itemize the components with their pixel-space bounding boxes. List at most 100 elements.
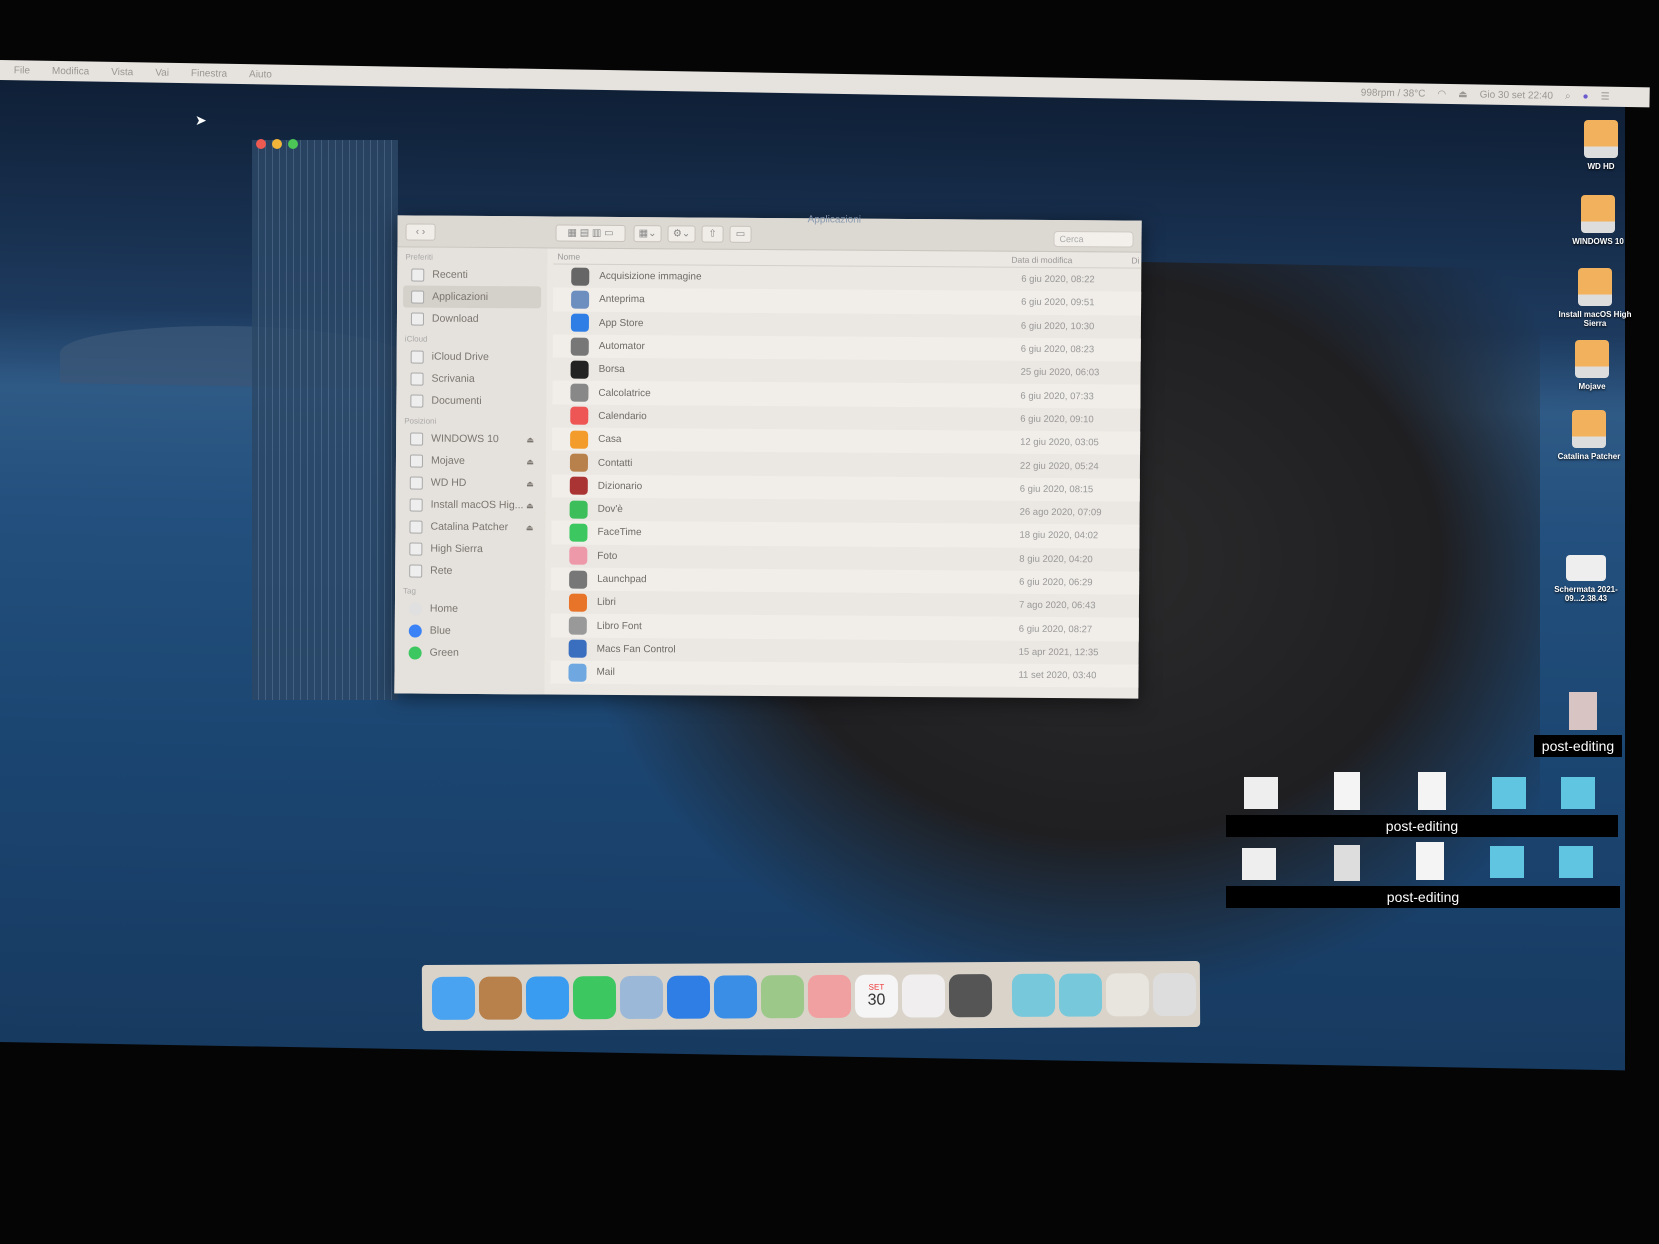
eject-icon[interactable]: ⏏ xyxy=(526,523,534,532)
app-name: Contatti xyxy=(597,457,633,469)
dock-contacts-icon[interactable] xyxy=(478,976,523,1020)
action-gear-button[interactable]: ⚙⌄ xyxy=(667,225,696,243)
group-button[interactable]: ▦⌄ xyxy=(633,225,662,243)
document-file-icon[interactable] xyxy=(1416,842,1444,880)
dock-messages-icon[interactable] xyxy=(525,975,570,1019)
pdf-file-icon[interactable] xyxy=(1242,848,1276,880)
dock-applications-folder-icon[interactable] xyxy=(1011,973,1056,1017)
sidebar-item-home[interactable]: Home xyxy=(395,597,545,620)
dock-music-icon[interactable] xyxy=(901,973,946,1018)
folder-icon[interactable] xyxy=(1561,777,1595,809)
sidebar-item-blue[interactable]: Blue xyxy=(395,619,545,642)
search-input[interactable]: Cerca xyxy=(1053,230,1134,248)
sidebar-item-mojave[interactable]: Mojave ⏏ xyxy=(396,449,546,472)
dock-document-icon[interactable] xyxy=(1105,972,1150,1016)
document-file-icon[interactable] xyxy=(1334,772,1360,810)
dock-safari-icon[interactable] xyxy=(713,974,758,1019)
sidebar-item-recenti[interactable]: Recenti xyxy=(397,263,547,286)
app-icon xyxy=(568,593,588,612)
spotlight-icon[interactable]: ⌕ xyxy=(1565,90,1571,101)
app-icon xyxy=(570,313,589,332)
sidebar-item-label: Catalina Patcher xyxy=(430,520,509,534)
wifi-icon[interactable]: ◠ xyxy=(1437,88,1446,99)
sidebar-item-label: iCloud Drive xyxy=(431,350,489,364)
modified-date: 12 giu 2020, 03:05 xyxy=(1020,436,1099,449)
folder-icon[interactable] xyxy=(1492,777,1526,809)
app-name: Mail xyxy=(596,666,615,679)
menu-aiuto[interactable]: Aiuto xyxy=(249,69,272,80)
modified-date: 25 giu 2020, 06:03 xyxy=(1020,367,1100,379)
sidebar-item-icloud-drive[interactable]: iCloud Drive xyxy=(397,345,547,368)
notification-center-icon[interactable]: ☰ xyxy=(1601,91,1610,102)
menu-finestra[interactable]: Finestra xyxy=(191,68,227,80)
sidebar-item-windows-10[interactable]: WINDOWS 10 ⏏ xyxy=(396,427,546,450)
folder-icon[interactable] xyxy=(1490,846,1524,878)
dock-mail-icon[interactable] xyxy=(619,975,664,1019)
column-date[interactable]: Data di modifica xyxy=(1011,254,1131,265)
column-name[interactable]: Nome xyxy=(553,251,1011,264)
app-icon xyxy=(569,476,588,496)
eject-icon[interactable]: ⏏ xyxy=(527,435,535,444)
siri-icon[interactable]: ● xyxy=(1583,91,1589,102)
document-file-icon[interactable] xyxy=(1569,692,1597,730)
dock-maps-icon[interactable] xyxy=(760,974,805,1018)
dock-app-store-icon[interactable] xyxy=(666,975,711,1019)
redaction-bar: post-editing xyxy=(1534,735,1622,757)
close-button-ghost xyxy=(256,139,266,149)
sidebar-item-download[interactable]: Download xyxy=(397,307,547,330)
dock-calendar-icon[interactable]: SET 30 xyxy=(854,974,899,1018)
sidebar-item-install-macos-hig-[interactable]: Install macOS Hig... ⏏ xyxy=(396,493,546,516)
tags-button[interactable]: ▭ xyxy=(729,225,752,243)
menu-file[interactable]: File xyxy=(14,65,30,76)
drive-icon xyxy=(1575,340,1609,378)
dock-finder-icon[interactable] xyxy=(431,976,476,1020)
sidebar-item-catalina-patcher[interactable]: Catalina Patcher ⏏ xyxy=(395,515,545,538)
desktop-icon[interactable]: WINDOWS 10 xyxy=(1553,195,1643,246)
disk-image-icon[interactable] xyxy=(1334,845,1360,881)
dock-photos-icon[interactable] xyxy=(807,974,852,1018)
redaction-bar: post-editing xyxy=(1226,886,1620,908)
document-file-icon[interactable] xyxy=(1418,772,1446,810)
app-name: Automator xyxy=(598,340,645,353)
sidebar-item-wd-hd[interactable]: WD HD ⏏ xyxy=(396,471,546,494)
fan-status[interactable]: 998rpm / 38°C xyxy=(1361,87,1426,99)
desktop-icon[interactable]: Install macOS High Sierra xyxy=(1550,268,1640,328)
dock-system-preferences-icon[interactable] xyxy=(948,973,993,1017)
desktop-icon[interactable]: Catalina Patcher xyxy=(1544,410,1634,461)
view-mode-buttons[interactable]: ▦ ▤ ▥ ▭ xyxy=(555,224,626,242)
menu-vista[interactable]: Vista xyxy=(111,66,133,77)
sidebar-item-rete[interactable]: Rete xyxy=(395,559,545,582)
table-row[interactable]: Mail 11 set 2020, 03:40 xyxy=(550,660,1139,688)
modified-date: 6 giu 2020, 08:23 xyxy=(1020,343,1095,356)
sidebar-item-green[interactable]: Green xyxy=(395,641,545,664)
eject-icon[interactable]: ⏏ xyxy=(1458,89,1468,100)
dock-downloads-folder-icon[interactable] xyxy=(1058,972,1103,1017)
sidebar-item-label: Rete xyxy=(430,564,453,577)
sidebar-item-scrivania[interactable]: Scrivania xyxy=(396,367,546,390)
folder-icon[interactable] xyxy=(1559,846,1593,878)
clock[interactable]: Gio 30 set 22:40 xyxy=(1480,89,1554,101)
document-file-icon[interactable] xyxy=(1244,777,1278,809)
sidebar-item-icon xyxy=(410,312,425,326)
eject-icon[interactable]: ⏏ xyxy=(526,501,534,510)
modified-date: 7 ago 2020, 06:43 xyxy=(1018,600,1096,612)
back-forward-buttons[interactable]: ‹ › xyxy=(405,223,436,241)
menu-modifica[interactable]: Modifica xyxy=(52,65,89,77)
desktop-icon[interactable]: Mojave xyxy=(1547,340,1637,391)
desktop-icon[interactable]: Schermata 2021-09...2.38.43 xyxy=(1541,555,1631,603)
desktop-icon[interactable]: WD HD xyxy=(1556,120,1646,171)
menu-vai[interactable]: Vai xyxy=(155,67,169,78)
app-name: Borsa xyxy=(598,364,625,376)
eject-icon[interactable]: ⏏ xyxy=(526,457,534,466)
sidebar-item-documenti[interactable]: Documenti xyxy=(396,389,546,412)
eject-icon[interactable]: ⏏ xyxy=(526,479,534,488)
sidebar-item-label: Home xyxy=(429,602,458,615)
desktop-icon-label: Schermata 2021-09...2.38.43 xyxy=(1554,585,1618,603)
share-button[interactable]: ⇧ xyxy=(701,225,724,243)
dock-trash-icon[interactable] xyxy=(1152,972,1197,1016)
sidebar-item-applicazioni[interactable]: Applicazioni xyxy=(403,285,542,309)
modified-date: 6 giu 2020, 10:30 xyxy=(1020,320,1095,333)
dock-facetime-icon[interactable] xyxy=(572,975,617,1019)
column-kind[interactable]: Di xyxy=(1131,255,1141,265)
sidebar-item-high-sierra[interactable]: High Sierra xyxy=(395,537,545,560)
